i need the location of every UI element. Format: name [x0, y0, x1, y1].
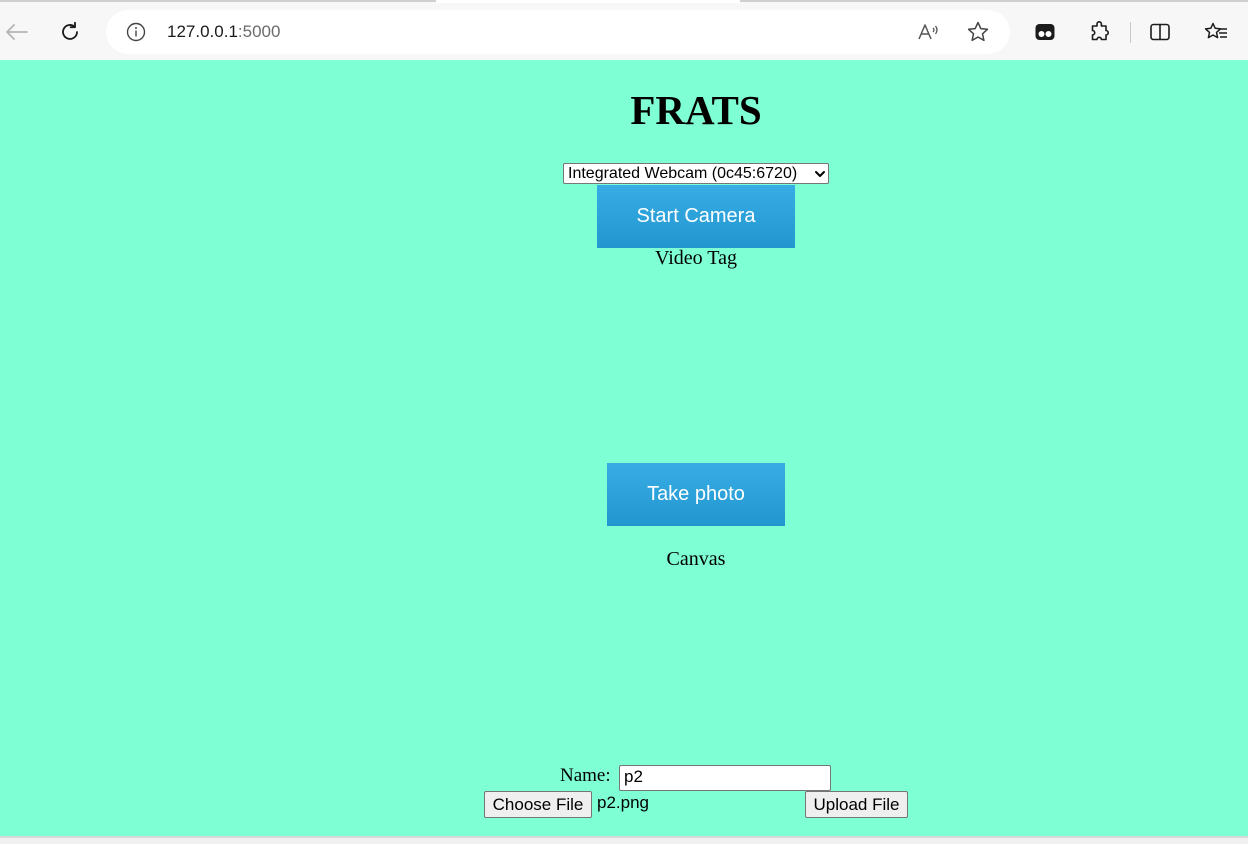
camera-select-value: Integrated Webcam (0c45:6720): [568, 164, 798, 182]
read-aloud-icon: [918, 24, 938, 40]
window-bottom-edge: [0, 836, 1248, 844]
choose-file-button[interactable]: Choose File: [484, 791, 592, 818]
page-content: FRATS Integrated Webcam (0c45:6720) Star…: [0, 60, 1248, 836]
page-title: FRATS: [630, 87, 762, 133]
favorite-button[interactable]: [966, 20, 990, 44]
split-screen-button[interactable]: [1144, 16, 1176, 48]
active-tab-edge: [436, 0, 740, 3]
canvas-element: Canvas: [666, 548, 726, 570]
camera-select[interactable]: Integrated Webcam (0c45:6720): [563, 163, 829, 184]
chevron-down-icon: [815, 170, 825, 177]
url-port: :5000: [237, 22, 281, 41]
back-arrow-icon: [6, 24, 28, 40]
start-camera-button[interactable]: Start Camera: [597, 185, 795, 248]
take-photo-button[interactable]: Take photo: [607, 463, 785, 526]
url-text[interactable]: 127.0.0.1:5000: [167, 22, 280, 42]
name-input[interactable]: p2: [619, 765, 831, 791]
upload-file-button[interactable]: Upload File: [805, 791, 908, 818]
video-element: Video Tag: [654, 247, 737, 269]
toolbar-divider: [1130, 22, 1131, 43]
name-label: Name:: [560, 765, 611, 786]
favorites-button[interactable]: [1200, 16, 1232, 48]
split-screen-icon: [1150, 23, 1170, 41]
tab-actions-icon: [1035, 24, 1055, 40]
tab-actions-button[interactable]: [1029, 16, 1061, 48]
browser-toolbar: 127.0.0.1:5000: [0, 0, 1248, 60]
refresh-button[interactable]: [54, 16, 86, 48]
extensions-icon: [1091, 21, 1109, 41]
back-button[interactable]: [0, 16, 32, 48]
read-aloud-button[interactable]: [917, 20, 941, 44]
address-bar[interactable]: 127.0.0.1:5000: [106, 10, 1010, 54]
info-icon[interactable]: [126, 22, 146, 42]
extensions-button[interactable]: [1084, 16, 1116, 48]
url-host: 127.0.0.1: [167, 22, 238, 41]
refresh-icon: [62, 21, 78, 40]
selected-file-name: p2.png: [597, 793, 649, 812]
favorite-star-icon: [967, 21, 989, 42]
favorites-icon: [1204, 22, 1227, 39]
